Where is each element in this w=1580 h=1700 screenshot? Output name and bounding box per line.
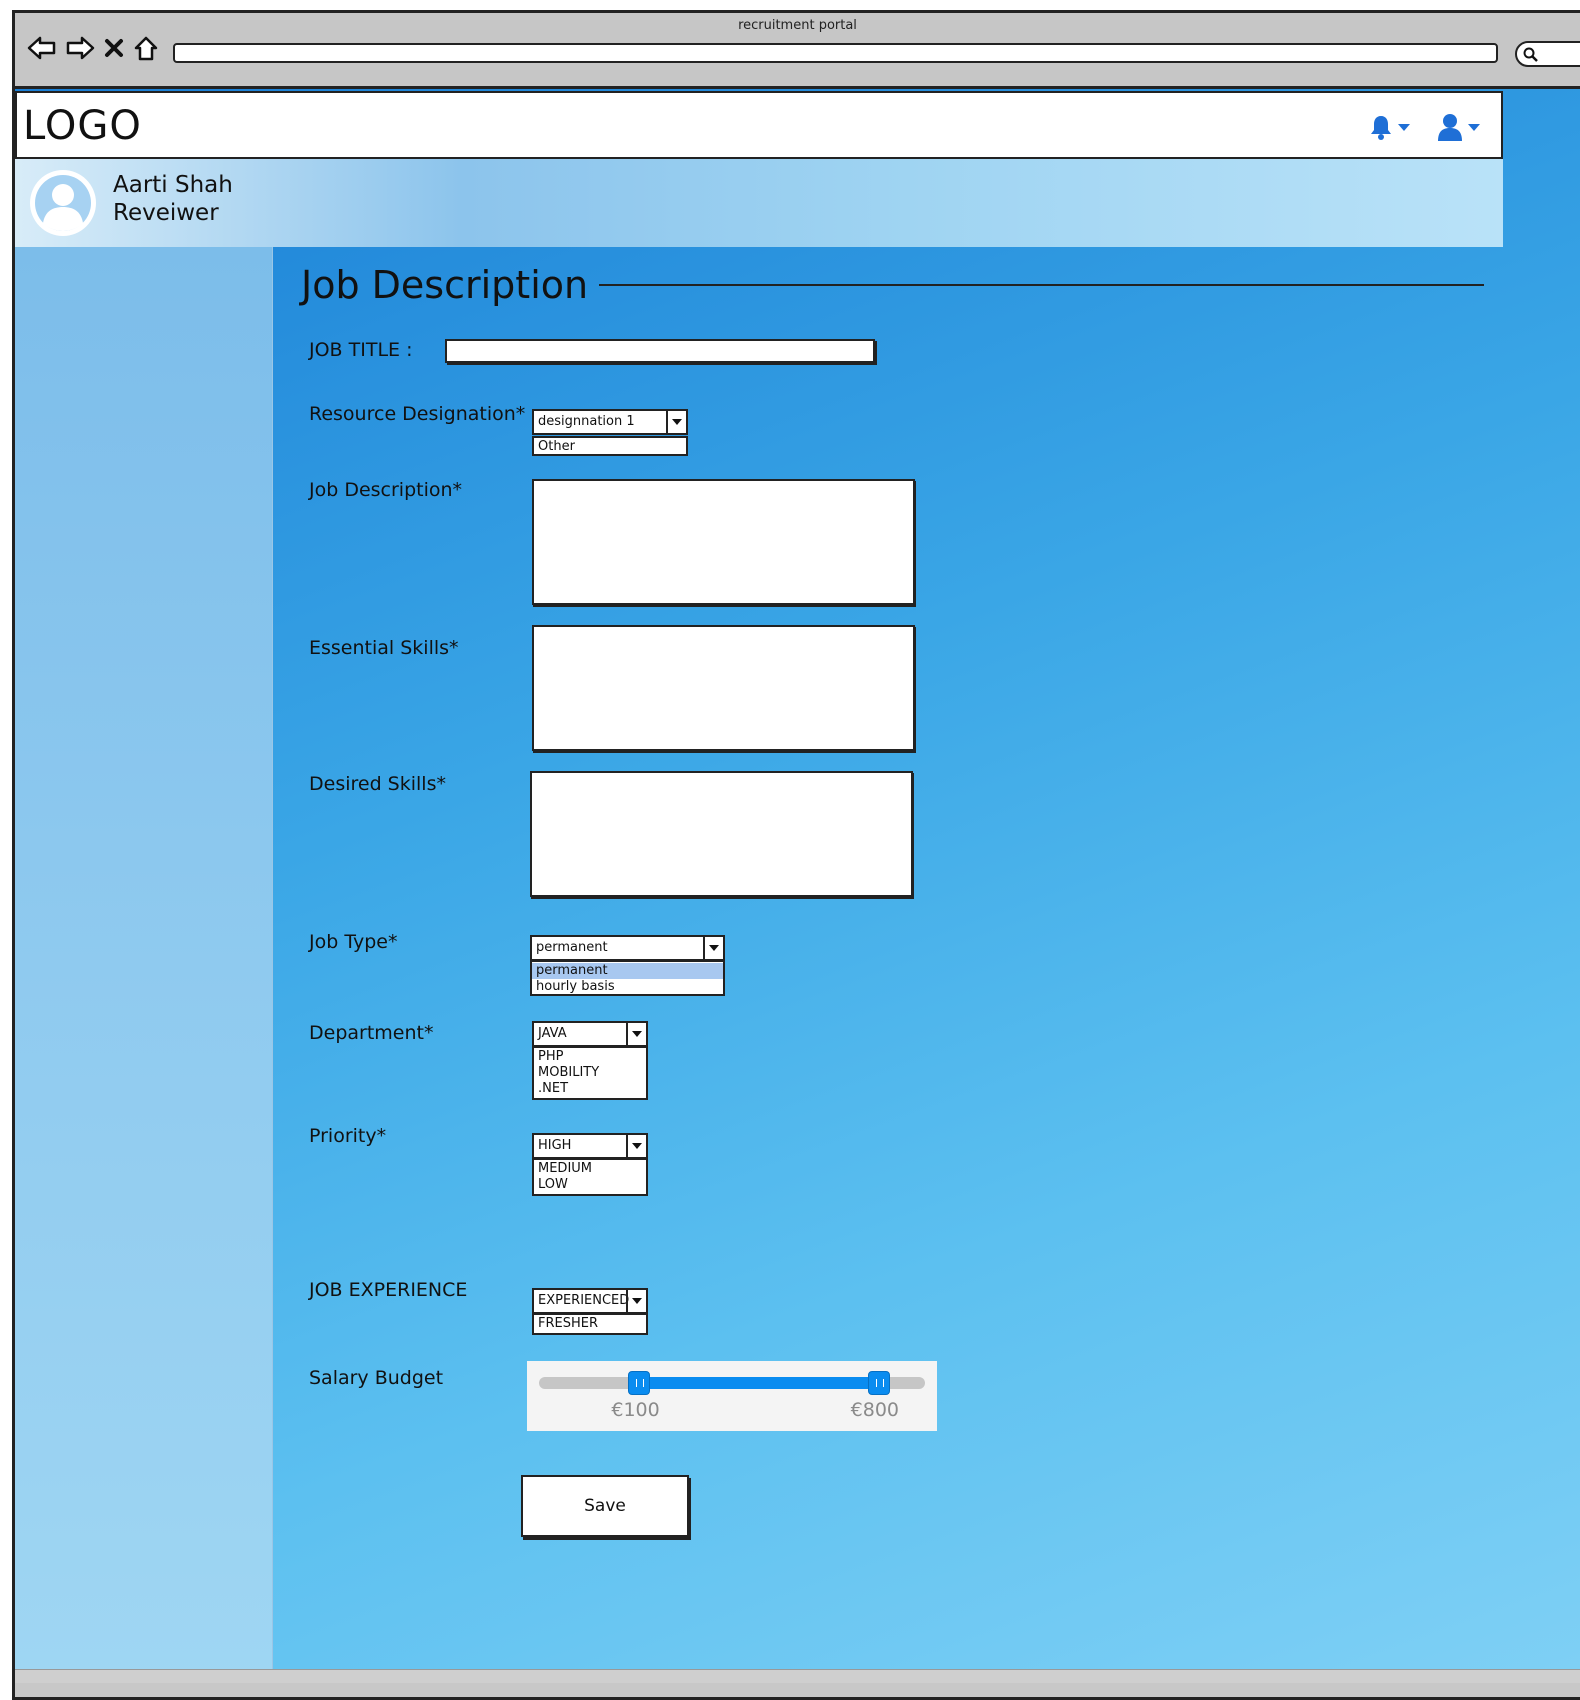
priority-label: Priority*: [309, 1125, 387, 1147]
notifications-menu[interactable]: [1369, 113, 1411, 141]
forward-arrow-icon[interactable]: [65, 35, 95, 61]
dropdown-option[interactable]: Other: [538, 439, 682, 455]
logo[interactable]: LOGO: [23, 103, 142, 149]
salary-budget-label: Salary Budget: [309, 1367, 444, 1389]
priority-options: MEDIUM LOW: [532, 1158, 648, 1196]
browser-title: recruitment portal: [738, 18, 857, 33]
user-details: Aarti Shah Reveiwer: [113, 171, 233, 227]
job-type-select[interactable]: permanent: [530, 935, 725, 961]
top-navbar: LOGO: [15, 91, 1503, 159]
dropdown-option[interactable]: hourly basis: [536, 979, 719, 995]
dropdown-option[interactable]: FRESHER: [538, 1316, 642, 1332]
avatar-icon[interactable]: [29, 169, 97, 237]
slider-min-handle[interactable]: [628, 1371, 651, 1395]
dropdown-option[interactable]: MEDIUM: [538, 1161, 642, 1177]
department-value: JAVA: [538, 1026, 567, 1041]
job-experience-select[interactable]: EXPERIENCED: [532, 1288, 648, 1314]
job-type-value: permanent: [536, 940, 608, 955]
resource-designation-options: Other: [532, 436, 688, 456]
dropdown-option[interactable]: PHP: [538, 1049, 642, 1065]
page-viewport: LOGO Aarti Shah Reveiwer Job Description…: [15, 89, 1580, 1683]
essential-skills-textarea[interactable]: [532, 625, 915, 751]
job-experience-options: FRESHER: [532, 1313, 648, 1335]
save-button[interactable]: Save: [521, 1475, 689, 1537]
slider-range-fill: [639, 1377, 879, 1389]
department-options: PHP MOBILITY .NET: [532, 1046, 648, 1100]
chevron-down-icon[interactable]: [626, 1023, 646, 1045]
browser-chrome: recruitment portal: [15, 13, 1580, 89]
user-role: Reveiwer: [113, 200, 219, 226]
job-title-input[interactable]: [445, 339, 875, 363]
desired-skills-label: Desired Skills*: [309, 773, 446, 795]
home-icon[interactable]: [133, 35, 159, 61]
account-menu[interactable]: [1437, 113, 1481, 141]
url-bar[interactable]: [173, 43, 1498, 63]
caret-down-icon: [1398, 124, 1410, 131]
desired-skills-textarea[interactable]: [530, 771, 913, 897]
job-experience-value: EXPERIENCED: [538, 1293, 630, 1308]
department-label: Department*: [309, 1022, 434, 1044]
priority-value: HIGH: [538, 1138, 572, 1153]
title-divider: [599, 284, 1484, 286]
caret-down-icon: [1468, 124, 1480, 131]
resource-designation-label: Resource Designation*: [309, 403, 526, 425]
essential-skills-label: Essential Skills*: [309, 637, 459, 659]
user-name: Aarti Shah: [113, 172, 233, 198]
back-arrow-icon[interactable]: [27, 35, 57, 61]
priority-select[interactable]: HIGH: [532, 1133, 648, 1159]
chevron-down-icon[interactable]: [703, 937, 723, 959]
resource-designation-value: designnation 1: [538, 414, 635, 429]
sidebar: [15, 247, 273, 1683]
user-info-bar: Aarti Shah Reveiwer: [15, 159, 1503, 247]
bell-icon: [1371, 116, 1391, 140]
page-title: Job Description: [301, 263, 589, 307]
job-description-label: Job Description*: [309, 479, 463, 501]
salary-range-slider[interactable]: €100 €800: [527, 1361, 937, 1431]
dropdown-option[interactable]: permanent: [532, 963, 723, 979]
main-content: Job Description JOB TITLE : Resource Des…: [273, 247, 1580, 1683]
chevron-down-icon[interactable]: [626, 1290, 646, 1312]
job-description-textarea[interactable]: [532, 479, 915, 605]
job-title-label: JOB TITLE :: [309, 339, 413, 361]
job-experience-label: JOB EXPERIENCE: [309, 1279, 468, 1301]
department-select[interactable]: JAVA: [532, 1021, 648, 1047]
user-icon: [1438, 114, 1462, 141]
job-type-options: permanent hourly basis: [530, 960, 725, 996]
bottom-bar: [15, 1669, 1580, 1683]
chevron-down-icon[interactable]: [626, 1135, 646, 1157]
header-actions: [1369, 113, 1481, 141]
slider-min-value: €100: [611, 1399, 660, 1421]
browser-search-field[interactable]: [1515, 41, 1580, 67]
search-icon: [1523, 47, 1538, 62]
browser-nav: [27, 35, 159, 61]
browser-window: recruitment portal LOGO Aarti Shah Revei…: [12, 10, 1580, 1700]
resource-designation-select[interactable]: designnation 1: [532, 409, 688, 435]
chevron-down-icon[interactable]: [666, 411, 686, 433]
slider-max-handle[interactable]: [867, 1371, 890, 1395]
dropdown-option[interactable]: MOBILITY: [538, 1065, 642, 1081]
close-icon[interactable]: [103, 35, 125, 61]
job-type-label: Job Type*: [309, 931, 398, 953]
dropdown-option[interactable]: LOW: [538, 1177, 642, 1193]
dropdown-option[interactable]: .NET: [538, 1081, 642, 1097]
slider-max-value: €800: [850, 1399, 900, 1421]
